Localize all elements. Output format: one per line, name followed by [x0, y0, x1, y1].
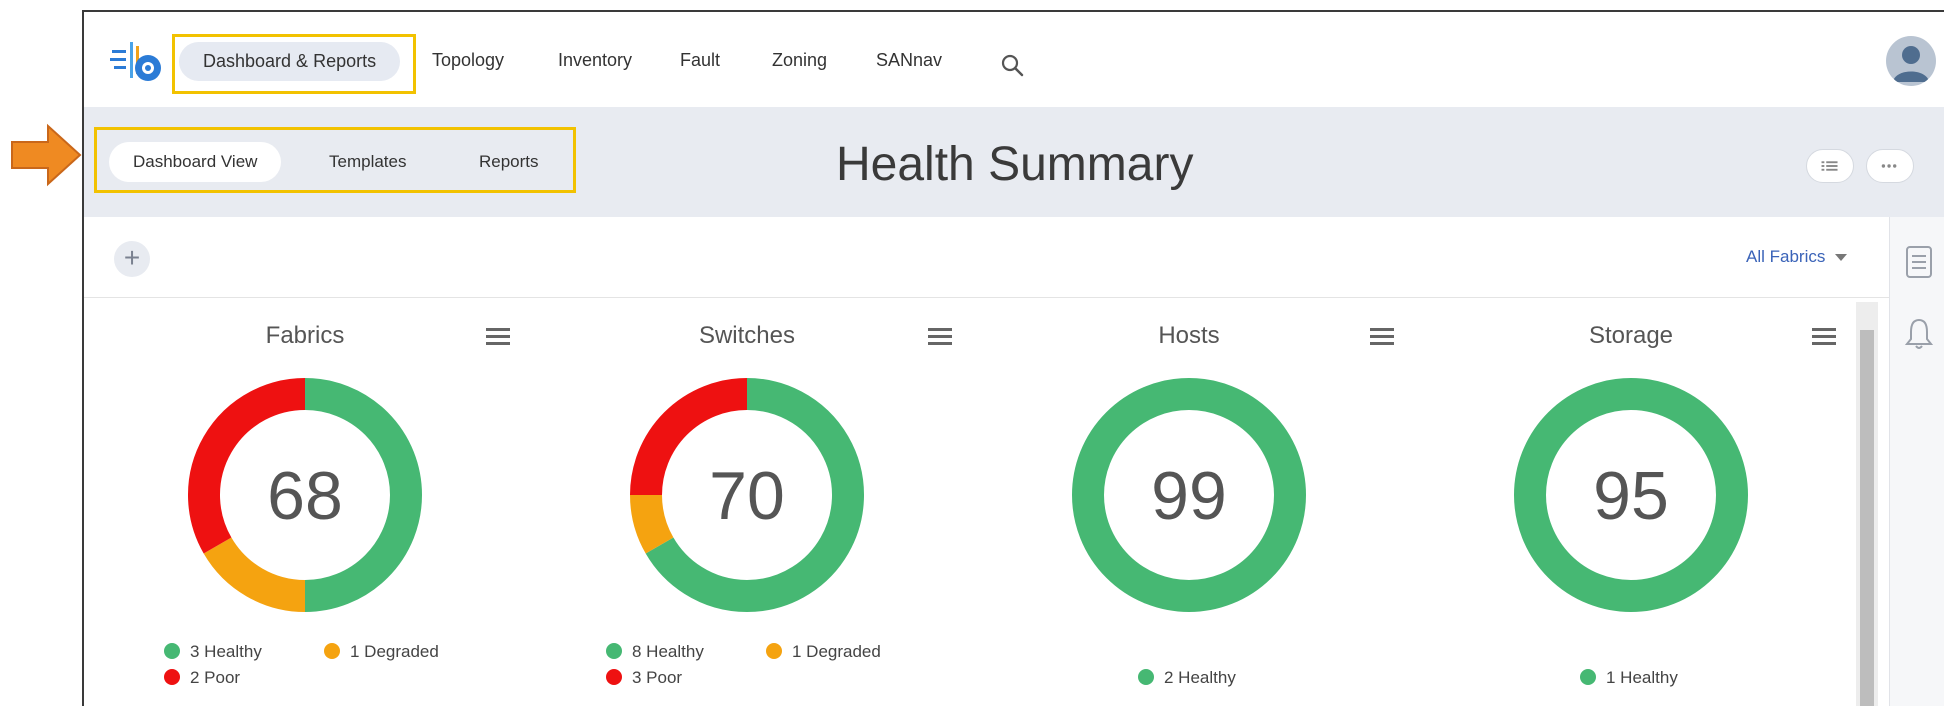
legend-poor: 3 Poor — [606, 668, 682, 688]
legend-healthy-label: 3 Healthy — [190, 642, 262, 661]
nav-item-dashboard-reports[interactable]: Dashboard & Reports — [179, 42, 401, 81]
health-card-hosts: Hosts 99 2 Healthy — [968, 302, 1410, 706]
legend-poor-label: 3 Poor — [632, 668, 683, 687]
pointer-arrow-icon — [11, 123, 82, 187]
health-card-storage: Storage 95 1 Healthy — [1410, 302, 1852, 706]
health-score: 99 — [1151, 458, 1227, 534]
legend-healthy: 3 Healthy — [164, 642, 262, 662]
dashboard-toolbar: + All Fabrics — [84, 217, 1889, 298]
top-navigation: Dashboard & Reports Topology Inventory F… — [84, 12, 1944, 107]
user-icon — [1893, 46, 1929, 82]
card-title: Storage — [1588, 322, 1674, 349]
list-view-button[interactable] — [1806, 149, 1854, 183]
healthy-dot-icon — [1138, 669, 1154, 685]
nav-item-inventory[interactable]: Inventory — [558, 50, 632, 71]
degraded-segment[interactable] — [630, 494, 674, 554]
legend-poor-label: 2 Poor — [190, 668, 241, 687]
health-donut-chart[interactable]: 68 — [180, 370, 430, 620]
page-title: Health Summary — [836, 138, 1194, 191]
health-donut-chart[interactable]: 95 — [1506, 370, 1756, 620]
health-score: 68 — [267, 458, 343, 534]
health-score: 95 — [1593, 458, 1669, 534]
tab-dashboard-view[interactable]: Dashboard View — [109, 142, 282, 182]
tab-templates[interactable]: Templates — [329, 152, 406, 172]
health-donut-chart[interactable]: 99 — [1064, 370, 1314, 620]
healthy-dot-icon — [164, 643, 180, 659]
degraded-dot-icon — [324, 643, 340, 659]
app-logo-icon — [110, 42, 161, 81]
nav-item-sannav[interactable]: SANnav — [876, 50, 942, 71]
legend-degraded: 1 Degraded — [766, 642, 881, 662]
degraded-dot-icon — [766, 643, 782, 659]
document-icon[interactable] — [1904, 245, 1934, 279]
search-icon[interactable] — [999, 52, 1025, 78]
legend-poor: 2 Poor — [164, 668, 240, 688]
chevron-down-icon — [1835, 254, 1848, 262]
legend-healthy-label: 2 Healthy — [1164, 668, 1236, 687]
degraded-segment[interactable] — [203, 537, 306, 612]
fabric-filter-label: All Fabrics — [1746, 247, 1826, 266]
bell-icon[interactable] — [1904, 317, 1934, 351]
legend-healthy: 1 Healthy — [1580, 668, 1678, 688]
tab-reports[interactable]: Reports — [479, 152, 539, 172]
user-avatar[interactable] — [1886, 36, 1936, 86]
poor-dot-icon — [606, 669, 622, 685]
hamburger-menu-icon[interactable] — [928, 326, 952, 346]
legend-healthy: 2 Healthy — [1138, 668, 1236, 688]
list-icon — [1821, 161, 1838, 171]
legend-degraded: 1 Degraded — [324, 642, 439, 662]
card-title: Switches — [698, 322, 796, 349]
legend-degraded-label: 1 Degraded — [350, 642, 439, 661]
sub-header: Dashboard View Templates Reports Health … — [84, 107, 1944, 217]
hamburger-menu-icon[interactable] — [1370, 326, 1394, 346]
legend-healthy-label: 1 Healthy — [1606, 668, 1678, 687]
health-card-fabrics: Fabrics 68 3 Healthy 1 Degraded 2 Poor — [84, 302, 526, 706]
app-window: Dashboard & Reports Topology Inventory F… — [82, 10, 1944, 706]
health-score: 70 — [709, 458, 785, 534]
right-rail — [1889, 217, 1944, 706]
add-widget-button[interactable]: + — [114, 241, 150, 277]
health-donut-chart[interactable]: 70 — [622, 370, 872, 620]
scrollbar-thumb[interactable] — [1860, 330, 1874, 706]
healthy-dot-icon — [606, 643, 622, 659]
more-options-button[interactable] — [1866, 149, 1914, 183]
legend-healthy: 8 Healthy — [606, 642, 704, 662]
nav-item-fault[interactable]: Fault — [680, 50, 720, 71]
legend-healthy-label: 8 Healthy — [632, 642, 704, 661]
card-title: Hosts — [1158, 322, 1220, 349]
poor-dot-icon — [164, 669, 180, 685]
ellipsis-icon — [1881, 164, 1897, 168]
healthy-dot-icon — [1580, 669, 1596, 685]
legend-degraded-label: 1 Degraded — [792, 642, 881, 661]
content-scrollbar[interactable] — [1856, 302, 1878, 706]
card-title: Fabrics — [265, 322, 345, 349]
nav-item-zoning[interactable]: Zoning — [772, 50, 827, 71]
fabric-filter-dropdown[interactable]: All Fabrics — [1746, 247, 1848, 267]
hamburger-menu-icon[interactable] — [1812, 326, 1836, 346]
hamburger-menu-icon[interactable] — [486, 326, 510, 346]
health-card-switches: Switches 70 8 Healthy 1 Degraded 3 Poor — [526, 302, 968, 706]
nav-item-topology[interactable]: Topology — [432, 50, 504, 71]
